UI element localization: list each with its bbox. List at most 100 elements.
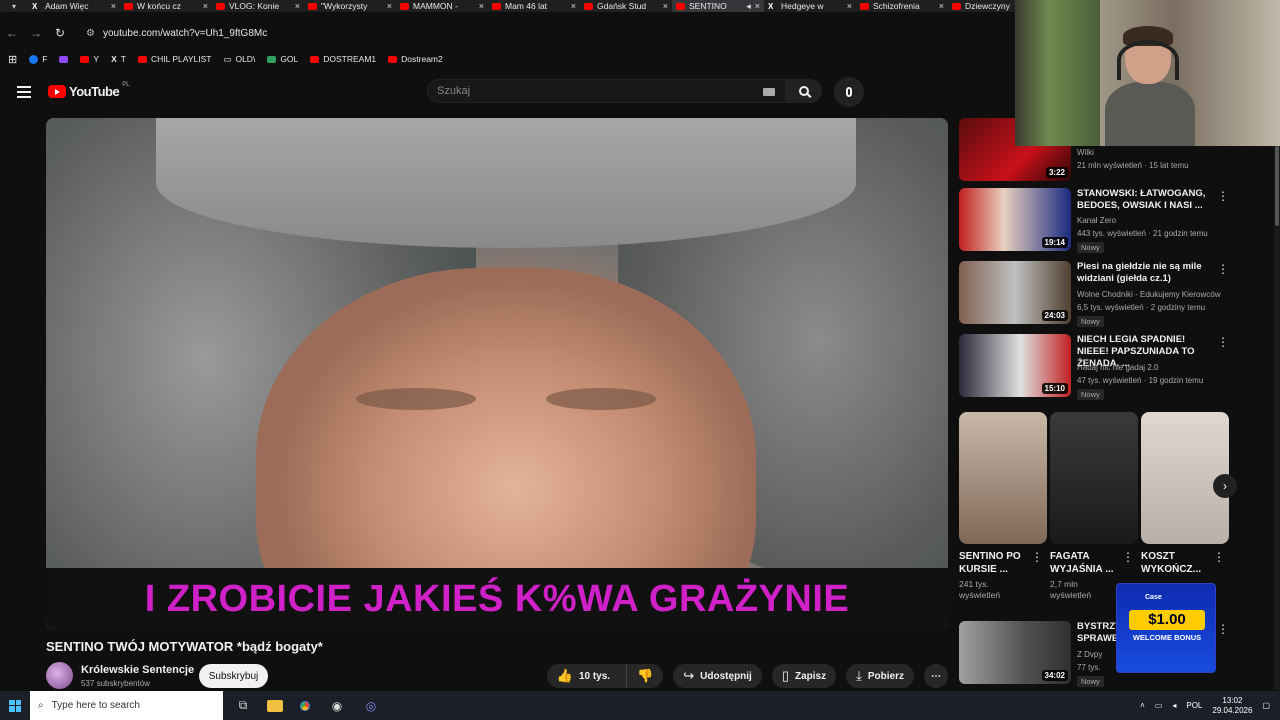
close-icon[interactable]: × bbox=[939, 1, 944, 11]
more-actions-button[interactable]: ⋯ bbox=[924, 664, 948, 688]
tab-active[interactable]: SENTINO ◂ × bbox=[672, 0, 764, 12]
more-vertical-icon[interactable]: ⋮ bbox=[1217, 190, 1229, 202]
shorts-shelf: SENTINO PO KURSIE ... ⋮ 241 tys. wyświet… bbox=[959, 412, 1237, 602]
ad-bonus: WELCOME BONUS bbox=[1132, 633, 1202, 642]
tab[interactable]: Gdańsk Stud × bbox=[580, 0, 672, 12]
search-input[interactable]: Szukaj bbox=[427, 79, 786, 103]
more-vertical-icon[interactable]: ⋮ bbox=[1217, 336, 1229, 348]
tab[interactable]: X Hedgeye w × bbox=[764, 0, 856, 12]
chrome-icon[interactable] bbox=[297, 697, 313, 714]
taskbar-search[interactable]: ⌕ Type here to search bbox=[30, 691, 223, 720]
reload-icon[interactable]: ↻ bbox=[48, 26, 72, 40]
recommended-channel[interactable]: Wolne Chodniki - Edukujemy Kierowców bbox=[1077, 290, 1220, 299]
video-player[interactable]: I ZROBICIE JAKIEŚ K%WA GRAŻYNIE bbox=[46, 118, 948, 630]
speaker-icon[interactable]: ◂ bbox=[746, 1, 751, 12]
tab[interactable]: X Adam Więc × bbox=[28, 0, 120, 12]
video-thumbnail[interactable]: 15:10 bbox=[959, 334, 1071, 397]
subscribe-button[interactable]: Subskrybuj bbox=[199, 664, 268, 688]
close-icon[interactable]: × bbox=[755, 1, 760, 11]
chevron-up-icon[interactable]: ˄ bbox=[1140, 701, 1145, 710]
search-button[interactable] bbox=[786, 79, 822, 103]
network-icon[interactable]: ▭ bbox=[1155, 701, 1163, 710]
bookmark-twitch[interactable] bbox=[59, 55, 69, 63]
close-icon[interactable]: × bbox=[295, 1, 300, 11]
video-thumbnail[interactable]: 24:03 bbox=[959, 261, 1071, 324]
bookmark-dostream1[interactable]: DOSTREAM1 bbox=[310, 54, 376, 64]
url-text[interactable]: youtube.com/watch?v=Uh1_9ftG8Mc bbox=[103, 28, 267, 39]
tab[interactable]: "Wykorzysty × bbox=[304, 0, 396, 12]
page-scrollbar[interactable] bbox=[1274, 146, 1280, 690]
keyboard-icon[interactable] bbox=[763, 88, 775, 96]
discord-icon[interactable]: ◎ bbox=[361, 696, 381, 716]
bookmark-dostream2[interactable]: Dostream2 bbox=[388, 54, 443, 64]
scrollbar-thumb[interactable] bbox=[1275, 146, 1279, 226]
file-explorer-icon[interactable] bbox=[267, 699, 283, 712]
close-icon[interactable]: × bbox=[847, 1, 852, 11]
close-icon[interactable]: × bbox=[479, 1, 484, 11]
short-thumbnail[interactable] bbox=[1050, 412, 1138, 544]
short-title[interactable]: KOSZT WYKOŃCZ... bbox=[1141, 550, 1216, 576]
like-button[interactable]: 👍 10 tys. bbox=[547, 664, 620, 688]
tab[interactable]: Mam 46 lat × bbox=[488, 0, 580, 12]
recommended-channel[interactable]: Kanał Zero bbox=[1077, 216, 1116, 225]
dislike-button[interactable]: 👎 bbox=[626, 664, 663, 688]
site-info-icon[interactable]: ⚙ bbox=[86, 28, 95, 39]
bookmark-t[interactable]: XT bbox=[111, 54, 126, 64]
close-icon[interactable]: × bbox=[387, 1, 392, 11]
menu-icon[interactable] bbox=[17, 86, 31, 98]
recommended-title[interactable]: Piesi na giełdzie nie są mile widziani (… bbox=[1077, 261, 1217, 285]
bookmark-y[interactable]: Y bbox=[80, 54, 99, 64]
apps-grid-icon[interactable]: ⊞ bbox=[8, 53, 17, 66]
download-button[interactable]: ⤓ Pobierz bbox=[846, 664, 914, 688]
tab-search-chevron-icon[interactable]: ▾ bbox=[0, 0, 28, 12]
language-indicator[interactable]: POL bbox=[1186, 701, 1202, 710]
start-button[interactable] bbox=[0, 691, 30, 720]
close-icon[interactable]: × bbox=[663, 1, 668, 11]
more-vertical-icon[interactable]: ⋮ bbox=[1031, 550, 1043, 564]
address-bar[interactable]: ⚙ youtube.com/watch?v=Uh1_9ftG8Mc bbox=[86, 28, 267, 39]
recommended-video[interactable]: 15:10 NIECH LEGIA SPADNIE! NIEEE! PAPSZU… bbox=[959, 334, 1229, 400]
recommended-video[interactable]: 24:03 Piesi na giełdzie nie są mile widz… bbox=[959, 261, 1229, 327]
app-icon[interactable]: ◉ bbox=[327, 696, 347, 716]
short-thumbnail[interactable] bbox=[959, 412, 1047, 544]
recommended-channel[interactable]: Wilki bbox=[1077, 148, 1094, 157]
short-title[interactable]: FAGATA WYJAŚNIA ... bbox=[1050, 550, 1125, 576]
short-title[interactable]: SENTINO PO KURSIE ... bbox=[959, 550, 1034, 576]
clock[interactable]: 13:02 29.04.2026 bbox=[1212, 696, 1252, 716]
video-thumbnail[interactable]: 19:14 bbox=[959, 188, 1071, 251]
recommended-channel[interactable]: Z Dvpy bbox=[1077, 650, 1102, 659]
tab[interactable]: Schizofrenia × bbox=[856, 0, 948, 12]
volume-icon[interactable]: ◂ bbox=[1172, 701, 1176, 710]
shelf-next-button[interactable]: › bbox=[1213, 474, 1237, 498]
task-view-icon[interactable]: ⧉ bbox=[233, 696, 253, 716]
voice-search-button[interactable] bbox=[834, 77, 864, 107]
share-button[interactable]: ↪ Udostępnij bbox=[673, 664, 762, 688]
video-thumbnail[interactable]: 34:02 bbox=[959, 621, 1071, 684]
ad-banner[interactable]: Case $1.00 WELCOME BONUS bbox=[1116, 583, 1216, 673]
close-icon[interactable]: × bbox=[111, 1, 116, 11]
channel-avatar[interactable] bbox=[46, 662, 73, 689]
tab[interactable]: MAMMON - × bbox=[396, 0, 488, 12]
bookmark-chil-playlist[interactable]: CHIL PLAYLIST bbox=[137, 54, 211, 64]
forward-icon[interactable]: → bbox=[24, 26, 48, 40]
youtube-logo[interactable]: YouTube PL bbox=[48, 82, 130, 99]
recommended-title[interactable]: BYSTRZY SPRAWE bbox=[1077, 621, 1121, 645]
save-button[interactable]: ▯ Zapisz bbox=[771, 664, 837, 688]
close-icon[interactable]: × bbox=[571, 1, 576, 11]
more-vertical-icon[interactable]: ⋮ bbox=[1213, 550, 1225, 564]
more-vertical-icon[interactable]: ⋮ bbox=[1217, 623, 1229, 635]
more-vertical-icon[interactable]: ⋮ bbox=[1217, 263, 1229, 275]
recommended-channel[interactable]: Hadaj nic nie gadaj 2.0 bbox=[1077, 363, 1158, 372]
recommended-video[interactable]: 19:14 STANOWSKI: ŁATWOGANG, BEDOES, OWSI… bbox=[959, 188, 1229, 254]
recommended-title[interactable]: STANOWSKI: ŁATWOGANG, BEDOES, OWSIAK I N… bbox=[1077, 188, 1217, 212]
channel-name[interactable]: Królewskie Sentencje bbox=[81, 664, 194, 676]
back-icon[interactable]: ← bbox=[0, 26, 24, 40]
more-vertical-icon[interactable]: ⋮ bbox=[1122, 550, 1134, 564]
tab[interactable]: VLOG: Konie × bbox=[212, 0, 304, 12]
bookmark-gol[interactable]: GOL bbox=[267, 54, 298, 64]
bookmark-f[interactable]: F bbox=[29, 54, 47, 64]
tab[interactable]: W końcu cz × bbox=[120, 0, 212, 12]
close-icon[interactable]: × bbox=[203, 1, 208, 11]
notifications-icon[interactable]: ▢ bbox=[1262, 701, 1270, 710]
bookmark-old[interactable]: ▭ OLD\ bbox=[223, 54, 255, 65]
